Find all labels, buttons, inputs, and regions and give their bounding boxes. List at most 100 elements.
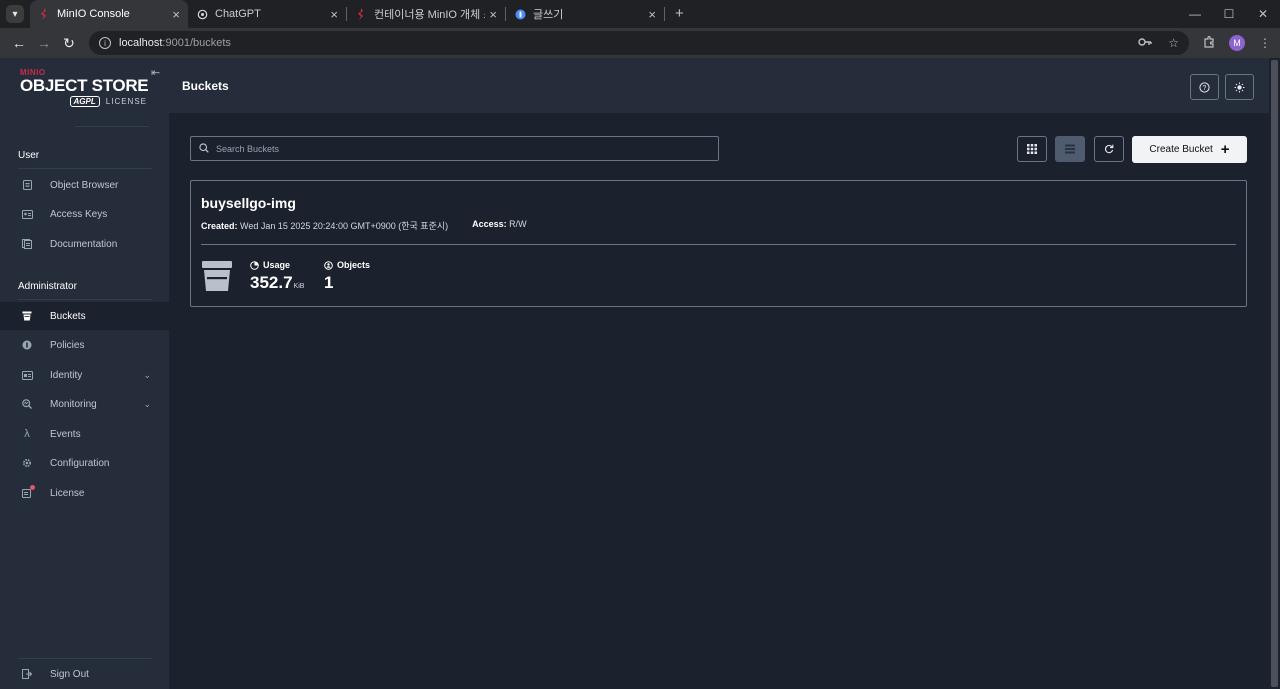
url-path: :9001/buckets: [162, 37, 231, 49]
sidebar-item-label: License: [50, 487, 85, 499]
logo-license: LICENSE: [105, 97, 147, 106]
plus-icon: +: [1220, 141, 1230, 158]
sidebar-item-label: Monitoring: [50, 398, 97, 410]
license-icon: [20, 485, 35, 500]
collapse-sidebar-icon[interactable]: ⇤: [151, 66, 160, 79]
reload-icon[interactable]: ↻: [58, 32, 80, 54]
identity-icon: [20, 368, 34, 382]
sidebar-item-identity[interactable]: Identity ⌄: [0, 361, 169, 389]
bucket-large-icon: [201, 260, 233, 292]
sidebar-item-object-browser[interactable]: Object Browser: [0, 171, 169, 199]
tab-minio-console[interactable]: MinIO Console ×: [30, 0, 188, 28]
refresh-button[interactable]: [1094, 136, 1124, 162]
tab-divider: [664, 7, 665, 21]
sidebar-item-license[interactable]: License: [0, 479, 169, 507]
minio-favicon-icon: [355, 8, 367, 20]
sidebar-item-label: Object Browser: [50, 179, 119, 191]
help-icon: ?: [1199, 81, 1210, 93]
access-value: R/W: [509, 219, 527, 229]
close-icon[interactable]: ×: [489, 7, 497, 22]
address-bar[interactable]: i localhost:9001/buckets ☆: [89, 31, 1189, 55]
tab-minio-docs[interactable]: 컨테이너용 MinIO 개체 스토리 ×: [347, 0, 505, 28]
bucket-icon: [20, 309, 34, 323]
objects-icon: [324, 260, 333, 270]
page-scrollbar[interactable]: [1269, 58, 1280, 689]
chevron-down-icon[interactable]: ⌄: [143, 370, 151, 381]
access-keys-icon: [20, 207, 34, 221]
scrollbar-thumb[interactable]: [1271, 60, 1278, 687]
agpl-badge: AGPL: [69, 96, 100, 107]
sidebar-item-events[interactable]: λ Events: [0, 420, 169, 448]
profile-avatar[interactable]: M: [1229, 35, 1245, 51]
sign-out-button[interactable]: Sign Out: [0, 660, 169, 688]
objects-label: Objects: [337, 260, 371, 270]
bucket-name[interactable]: buysellgo-img: [201, 195, 296, 211]
tab-search-button[interactable]: ▾: [6, 5, 24, 23]
sidebar-item-documentation[interactable]: Documentation: [0, 230, 169, 258]
bucket-card[interactable]: buysellgo-img Created: Wed Jan 15 2025 2…: [190, 180, 1247, 307]
divider: [18, 658, 152, 659]
object-browser-icon: [20, 178, 34, 192]
window-close-icon[interactable]: ✕: [1246, 7, 1280, 21]
bucket-meta: Created: Wed Jan 15 2025 20:24:00 GMT+09…: [201, 219, 527, 232]
monitoring-icon: [20, 397, 34, 411]
sidebar-item-label: Identity: [50, 369, 83, 381]
help-button[interactable]: ?: [1190, 74, 1219, 100]
bookmark-star-icon[interactable]: ☆: [1168, 36, 1179, 50]
page-header: Buckets ?: [169, 58, 1280, 113]
chatgpt-favicon-icon: [196, 8, 208, 20]
objects-value: 1: [324, 273, 334, 292]
sidebar-item-buckets[interactable]: Buckets: [0, 302, 169, 330]
tab-chatgpt[interactable]: ChatGPT ×: [188, 0, 346, 28]
password-key-icon[interactable]: [1138, 36, 1152, 50]
lambda-icon: λ: [24, 428, 30, 440]
close-icon[interactable]: ×: [648, 7, 656, 22]
divider: [18, 299, 152, 300]
divider: [75, 126, 149, 127]
extensions-icon[interactable]: [1203, 35, 1215, 51]
minio-favicon-icon: [38, 8, 50, 20]
minimize-icon[interactable]: —: [1178, 7, 1212, 21]
created-label: Created:: [201, 221, 238, 231]
notification-dot: [30, 485, 35, 490]
sidebar-item-monitoring[interactable]: Monitoring ⌄: [0, 390, 169, 418]
sidebar-item-policies[interactable]: Policies: [0, 331, 169, 359]
site-info-icon[interactable]: i: [99, 37, 111, 49]
new-tab-button[interactable]: +: [675, 5, 684, 22]
theme-toggle-button[interactable]: [1225, 74, 1254, 100]
close-icon[interactable]: ×: [172, 7, 180, 22]
sidebar-item-label: Documentation: [50, 238, 118, 250]
sidebar-item-label: Buckets: [50, 310, 86, 322]
list-icon: [1065, 144, 1075, 154]
objects-stat: Objects 1: [324, 260, 370, 293]
browser-menu-icon[interactable]: ⋮: [1259, 36, 1271, 50]
sun-icon: [1234, 82, 1245, 92]
search-input[interactable]: [216, 143, 696, 154]
create-bucket-button[interactable]: Create Bucket +: [1132, 136, 1247, 163]
browser-toolbar: ← → ↻ i localhost:9001/buckets ☆ M ⋮: [0, 28, 1280, 58]
maximize-icon[interactable]: ☐: [1212, 7, 1246, 21]
search-icon: [199, 140, 209, 158]
sign-out-icon: [20, 667, 34, 681]
usage-label: Usage: [263, 260, 291, 270]
search-field[interactable]: [190, 136, 719, 161]
sidebar-item-label: Events: [50, 428, 81, 440]
sidebar-item-access-keys[interactable]: Access Keys: [0, 200, 169, 228]
forward-icon[interactable]: →: [33, 32, 55, 54]
back-icon[interactable]: ←: [8, 32, 30, 54]
grid-view-button[interactable]: [1017, 136, 1047, 162]
gear-icon: [20, 456, 34, 470]
list-view-button[interactable]: [1055, 136, 1085, 162]
refresh-icon: [1104, 144, 1114, 154]
tab-title: MinIO Console: [57, 8, 130, 20]
sidebar-item-configuration[interactable]: Configuration: [0, 449, 169, 477]
browser-tab-bar: ▾ MinIO Console × ChatGPT × 컨테이너용 MinIO …: [0, 0, 1280, 28]
page-title: Buckets: [182, 79, 229, 93]
divider: [201, 244, 1236, 245]
sidebar-item-label: Policies: [50, 339, 85, 351]
close-icon[interactable]: ×: [330, 7, 338, 22]
tab-blog-write[interactable]: 글쓰기 ×: [506, 0, 664, 28]
tab-title: 글쓰기: [533, 9, 564, 21]
minio-logo: MINIO OBJECT STORE AGPL LICENSE: [20, 68, 155, 116]
chevron-down-icon[interactable]: ⌄: [143, 399, 151, 410]
